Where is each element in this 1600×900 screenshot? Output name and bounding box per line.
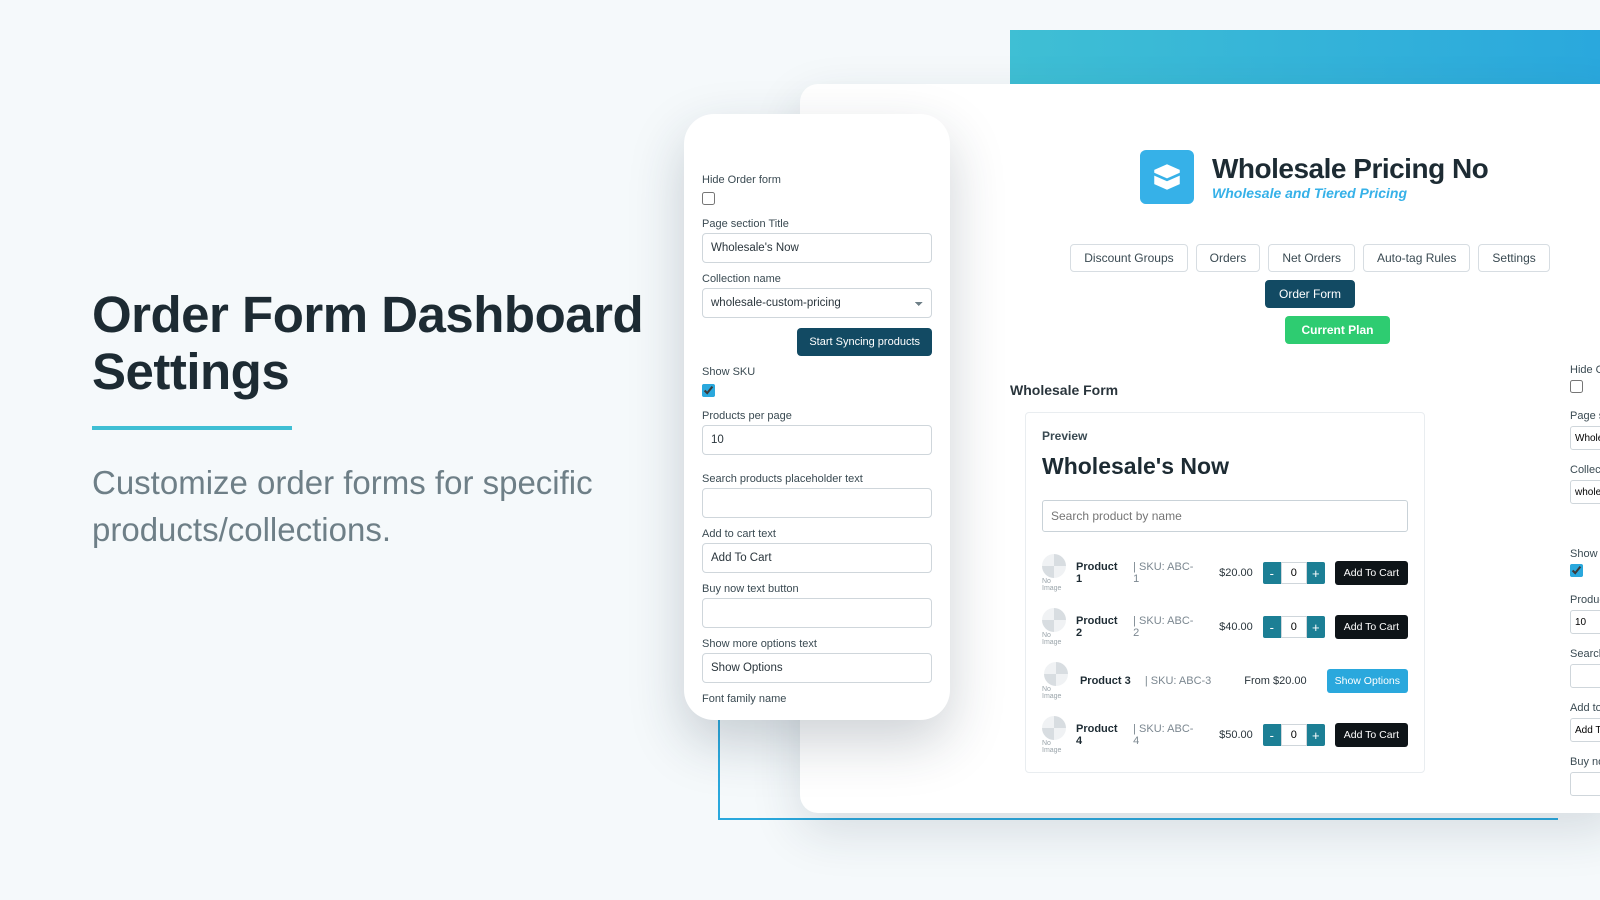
products-per-page-input-r[interactable] — [1570, 610, 1600, 634]
product-price: $50.00 — [1205, 729, 1253, 741]
title-rule — [92, 426, 292, 430]
product-row: No Image Product 1 | SKU: ABC-1 $20.00 -… — [1042, 546, 1408, 600]
product-sku: | SKU: ABC-3 — [1145, 675, 1217, 687]
preview-label: Preview — [1042, 429, 1408, 443]
brand-subtitle: Wholesale and Tiered Pricing — [1212, 185, 1488, 201]
products-per-page-label: Products per page — [702, 410, 932, 422]
tab-discount-groups[interactable]: Discount Groups — [1070, 244, 1187, 272]
decorative-gradient-bar — [1010, 30, 1600, 84]
product-row: No Image Product 2 | SKU: ABC-2 $40.00 -… — [1042, 600, 1408, 654]
current-plan-button[interactable]: Current Plan — [1285, 316, 1390, 344]
product-price: $20.00 — [1205, 567, 1253, 579]
product-sku: | SKU: ABC-1 — [1133, 561, 1195, 585]
product-name: Product 3 — [1080, 675, 1135, 687]
product-name: Product 4 — [1076, 723, 1123, 747]
brand-row: Wholesale Pricing No Wholesale and Tiere… — [1140, 150, 1570, 204]
quantity-stepper: - + — [1263, 562, 1325, 584]
tab-row: Discount Groups Orders Net Orders Auto-t… — [1050, 244, 1570, 308]
marketing-block: Order Form Dashboard Settings Customize … — [92, 286, 652, 554]
search-product-input[interactable] — [1042, 500, 1408, 532]
tab-net-orders[interactable]: Net Orders — [1268, 244, 1355, 272]
preview-panel: Preview Wholesale's Now No Image Product… — [1025, 412, 1425, 773]
add-to-cart-button[interactable]: Add To Cart — [1335, 723, 1408, 747]
buy-now-text-label: Buy now text button — [702, 583, 932, 595]
show-sku-label: Show SKU — [702, 366, 932, 378]
qty-plus-button[interactable]: + — [1307, 724, 1325, 746]
product-name: Product 2 — [1076, 615, 1123, 639]
qty-plus-button[interactable]: + — [1307, 562, 1325, 584]
qty-minus-button[interactable]: - — [1263, 562, 1281, 584]
wholesale-form-title: Wholesale Form — [1010, 382, 1570, 398]
qty-minus-button[interactable]: - — [1263, 724, 1281, 746]
hide-order-form-checkbox[interactable] — [702, 192, 715, 205]
page-section-title-label: Page section Title — [702, 218, 932, 230]
collection-input-r[interactable] — [1570, 480, 1600, 504]
no-image-icon — [1044, 662, 1068, 686]
buy-now-input-r[interactable] — [1570, 772, 1600, 796]
page-section-title-input[interactable] — [702, 233, 932, 263]
product-sku: | SKU: ABC-2 — [1133, 615, 1195, 639]
no-image-icon — [1042, 554, 1066, 578]
qty-minus-button[interactable]: - — [1263, 616, 1281, 638]
quantity-stepper: - + — [1263, 724, 1325, 746]
no-image-icon — [1042, 716, 1066, 740]
product-price: $40.00 — [1205, 621, 1253, 633]
preview-heading: Wholesale's Now — [1042, 453, 1408, 480]
tab-settings[interactable]: Settings — [1478, 244, 1549, 272]
collection-name-label: Collection name — [702, 273, 932, 285]
font-family-label: Font family name — [702, 693, 932, 705]
hide-order-form-label: Hide Order form — [702, 174, 932, 186]
show-sku-checkbox-r[interactable] — [1570, 564, 1583, 577]
brand-title: Wholesale Pricing No — [1212, 153, 1488, 185]
show-options-button[interactable]: Show Options — [1327, 669, 1408, 693]
page-subtitle: Customize order forms for specific produ… — [92, 460, 652, 554]
qty-plus-button[interactable]: + — [1307, 616, 1325, 638]
qty-input[interactable] — [1281, 616, 1307, 638]
product-row: No Image Product 3 | SKU: ABC-3 From $20… — [1042, 654, 1408, 708]
product-from-price: From $20.00 — [1227, 675, 1307, 687]
show-more-options-input[interactable] — [702, 653, 932, 683]
buy-now-text-input[interactable] — [702, 598, 932, 628]
products-per-page-input[interactable] — [702, 425, 932, 455]
search-placeholder-label: Search products placeholder text — [702, 473, 932, 485]
collection-name-select[interactable]: wholesale-custom-pricing — [702, 288, 932, 318]
add-to-cart-button[interactable]: Add To Cart — [1335, 615, 1408, 639]
search-placeholder-input-r[interactable] — [1570, 664, 1600, 688]
show-sku-checkbox[interactable] — [702, 384, 715, 397]
add-to-cart-text-input[interactable] — [702, 543, 932, 573]
tab-orders[interactable]: Orders — [1196, 244, 1261, 272]
product-sku: | SKU: ABC-4 — [1133, 723, 1195, 747]
no-image-icon — [1042, 608, 1066, 632]
mobile-settings-card: Hide Order form Page section Title Colle… — [684, 114, 950, 720]
brand-logo-icon — [1140, 150, 1194, 204]
show-more-options-label: Show more options text — [702, 638, 932, 650]
add-to-cart-input-r[interactable] — [1570, 718, 1600, 742]
page-title: Order Form Dashboard Settings — [92, 286, 652, 400]
start-syncing-button[interactable]: Start Syncing products — [797, 328, 932, 356]
search-placeholder-input[interactable] — [702, 488, 932, 518]
tab-auto-tag-rules[interactable]: Auto-tag Rules — [1363, 244, 1470, 272]
hide-order-checkbox-r[interactable] — [1570, 380, 1583, 393]
add-to-cart-button[interactable]: Add To Cart — [1335, 561, 1408, 585]
quantity-stepper: - + — [1263, 616, 1325, 638]
product-row: No Image Product 4 | SKU: ABC-4 $50.00 -… — [1042, 708, 1408, 762]
tab-order-form[interactable]: Order Form — [1265, 280, 1355, 308]
add-to-cart-text-label: Add to cart text — [702, 528, 932, 540]
qty-input[interactable] — [1281, 724, 1307, 746]
right-settings-partial: Hide Order Page sectio Collection n Show… — [1570, 350, 1600, 796]
product-name: Product 1 — [1076, 561, 1123, 585]
page-section-input-r[interactable] — [1570, 426, 1600, 450]
qty-input[interactable] — [1281, 562, 1307, 584]
